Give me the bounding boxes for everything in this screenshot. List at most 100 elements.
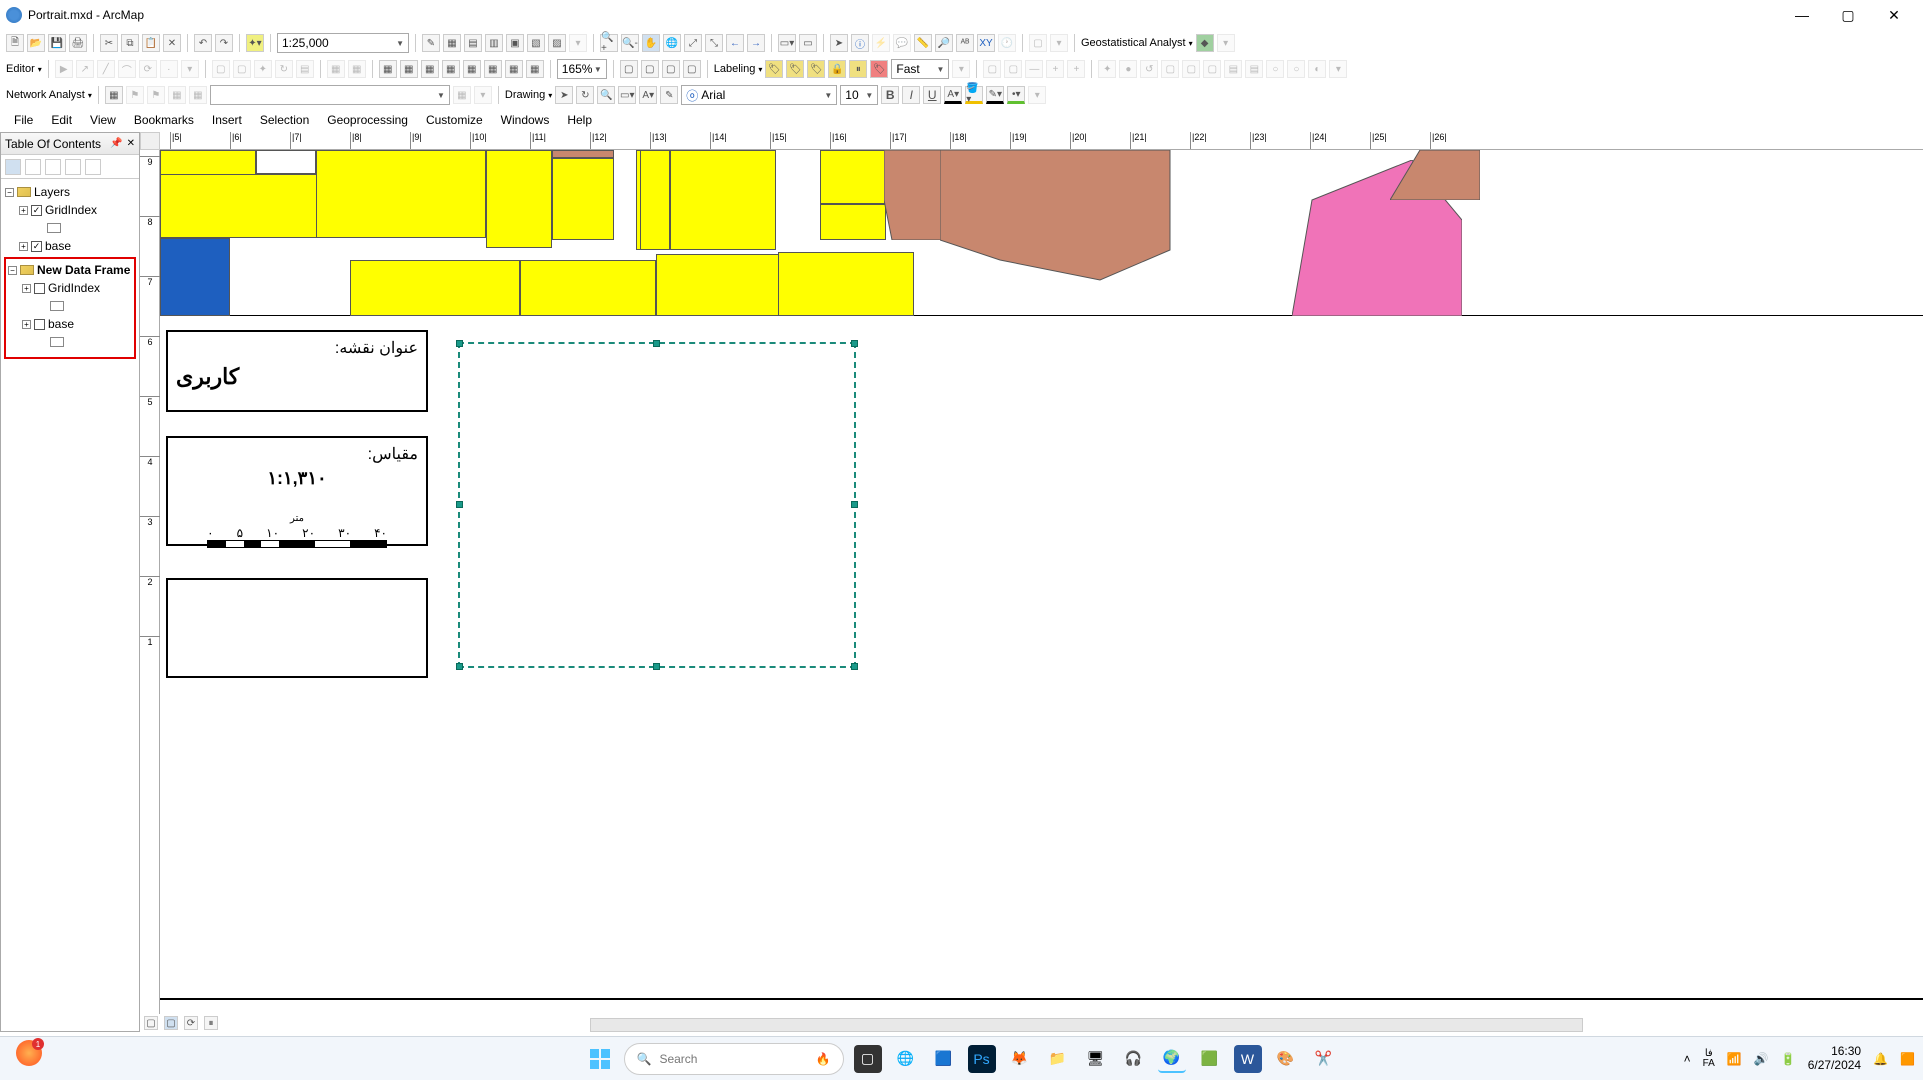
tray-lang-native[interactable]: فا xyxy=(1703,1049,1715,1059)
lock-labels-icon[interactable]: 🔒 xyxy=(828,60,846,78)
app-edge-icon[interactable]: 🟦 xyxy=(930,1045,958,1073)
clear-selection-icon[interactable]: ▭ xyxy=(799,34,817,52)
menu-customize[interactable]: Customize xyxy=(418,111,491,129)
results-icon[interactable]: ▨ xyxy=(548,34,566,52)
label-priority-icon[interactable]: 🏷 xyxy=(786,60,804,78)
toolbar-more-icon[interactable]: ▾ xyxy=(569,34,587,52)
toolbox-icon[interactable]: ▦ xyxy=(443,34,461,52)
italic-icon[interactable]: I xyxy=(902,86,920,104)
na-dd-icon[interactable]: ▾ xyxy=(474,86,492,104)
bold-icon[interactable]: B xyxy=(881,86,899,104)
toc-list-visibility-icon[interactable] xyxy=(45,159,61,175)
marker-color-icon[interactable]: •▾ xyxy=(1007,86,1025,104)
ddp-setup-icon[interactable]: ▦ xyxy=(484,60,502,78)
toc-list-source-icon[interactable] xyxy=(25,159,41,175)
drawing-menu[interactable]: Drawing xyxy=(505,89,545,101)
edit-vertices-draw-icon[interactable]: ✎ xyxy=(660,86,678,104)
menu-view[interactable]: View xyxy=(82,111,124,129)
maximize-button[interactable]: ▢ xyxy=(1835,2,1861,28)
app-paint-icon[interactable]: 🎨 xyxy=(1272,1045,1300,1073)
app-snip-icon[interactable]: ✂️ xyxy=(1310,1045,1338,1073)
layout-zoom-combo[interactable]: 165% ▼ xyxy=(557,59,607,79)
pause-drawing-icon[interactable]: ⏸ xyxy=(204,1016,218,1030)
tray-app-icon[interactable]: 🟧 xyxy=(1900,1052,1915,1066)
save-icon[interactable]: 💾 xyxy=(48,34,66,52)
ddp-last-icon[interactable]: ▦ xyxy=(442,60,460,78)
layout-zoom-whole-icon[interactable]: ▢ xyxy=(620,60,638,78)
python-icon[interactable]: ▣ xyxy=(506,34,524,52)
open-icon[interactable]: 📂 xyxy=(27,34,45,52)
tree-toggle[interactable]: − xyxy=(5,188,14,197)
app-word-icon[interactable]: W xyxy=(1234,1045,1262,1073)
layer-base-2[interactable]: base xyxy=(48,317,74,331)
font-size-combo[interactable]: 10 ▼ xyxy=(840,85,878,105)
close-button[interactable]: ✕ xyxy=(1881,2,1907,28)
notifications-icon[interactable]: 🔔 xyxy=(1873,1052,1888,1066)
layout-canvas[interactable]: عنوان نقشه: کاربری مقیاس: ۱:۱,۳۱۰ متر ۴۰… xyxy=(160,150,1923,1014)
gr-more-icon[interactable]: ▾ xyxy=(1329,60,1347,78)
app-photoshop-icon[interactable]: Ps xyxy=(968,1045,996,1073)
editor-toolbar-icon[interactable]: ✎ xyxy=(422,34,440,52)
dataframe-layers[interactable]: Layers xyxy=(34,185,70,199)
copilot-orb[interactable]: 1 xyxy=(16,1040,42,1066)
new-data-frame-element[interactable] xyxy=(458,342,856,668)
select-elements-icon[interactable]: ➤ xyxy=(830,34,848,52)
toc-list-selection-icon[interactable] xyxy=(65,159,81,175)
new-icon[interactable]: 🗎 xyxy=(6,34,24,52)
battery-icon[interactable]: 🔋 xyxy=(1781,1052,1796,1066)
full-extent-icon[interactable]: 🌐 xyxy=(663,34,681,52)
layer-checkbox[interactable] xyxy=(34,283,45,294)
print-icon[interactable]: 🖨 xyxy=(69,34,87,52)
labeling-menu[interactable]: Labeling xyxy=(714,63,756,75)
app-firefox-icon[interactable]: 🦊 xyxy=(1006,1045,1034,1073)
ddp-refresh-icon[interactable]: ▦ xyxy=(463,60,481,78)
main-data-frame[interactable] xyxy=(160,150,1923,316)
label-more-icon[interactable]: ▾ xyxy=(952,60,970,78)
menu-edit[interactable]: Edit xyxy=(43,111,80,129)
line-color-icon[interactable]: ✎▾ xyxy=(986,86,1004,104)
time-slider-icon[interactable]: 🕐 xyxy=(998,34,1016,52)
select-features-icon[interactable]: ▭▾ xyxy=(778,34,796,52)
redo-icon[interactable]: ↷ xyxy=(215,34,233,52)
zoom-out-icon[interactable]: 🔍- xyxy=(621,34,639,52)
start-button[interactable] xyxy=(586,1045,614,1073)
menu-file[interactable]: File xyxy=(6,111,41,129)
draw-more-icon[interactable]: ▾ xyxy=(1028,86,1046,104)
pan-icon[interactable]: ✋ xyxy=(642,34,660,52)
app-chrome-icon[interactable]: 🌐 xyxy=(892,1045,920,1073)
tree-toggle[interactable]: + xyxy=(19,206,28,215)
label-manager-icon[interactable]: 🏷 xyxy=(765,60,783,78)
toc-list-drawing-order-icon[interactable] xyxy=(5,159,21,175)
copy-icon[interactable]: ⧉ xyxy=(121,34,139,52)
layer-swatch[interactable] xyxy=(50,337,64,347)
geostat-wizard-icon[interactable]: ◆ xyxy=(1196,34,1214,52)
tray-chevron-icon[interactable]: ˄ xyxy=(1684,1052,1691,1066)
menu-selection[interactable]: Selection xyxy=(252,111,317,129)
new-rectangle-icon[interactable]: ▭▾ xyxy=(618,86,636,104)
map-scale-combo[interactable]: 1:25,000 ▼ xyxy=(277,33,409,53)
viewer-icon[interactable]: ▢ xyxy=(1029,34,1047,52)
unplaced-labels-icon[interactable]: 🏷 xyxy=(870,60,888,78)
effects-icon[interactable]: ▾ xyxy=(1050,34,1068,52)
fixed-zoom-out-icon[interactable]: ⤡ xyxy=(705,34,723,52)
forward-extent-icon[interactable]: → xyxy=(747,34,765,52)
hyperlink-icon[interactable]: ⚡ xyxy=(872,34,890,52)
tree-toggle[interactable]: − xyxy=(8,266,17,275)
label-weight-icon[interactable]: 🏷 xyxy=(807,60,825,78)
zoom-to-selected-icon[interactable]: 🔍 xyxy=(597,86,615,104)
new-text-icon[interactable]: A▾ xyxy=(639,86,657,104)
geostat-menu[interactable]: Geostatistical Analyst xyxy=(1081,37,1186,49)
ddp-first-icon[interactable]: ▦ xyxy=(379,60,397,78)
measure-icon[interactable]: 📏 xyxy=(914,34,932,52)
layer-checkbox[interactable]: ✓ xyxy=(31,205,42,216)
select-element-icon[interactable]: ➤ xyxy=(555,86,573,104)
find-icon[interactable]: 🔎 xyxy=(935,34,953,52)
app-explorer-icon[interactable]: 📁 xyxy=(1044,1045,1072,1073)
font-color-icon[interactable]: A▾ xyxy=(944,86,962,104)
ddp-toolbar-icon[interactable]: ▦ xyxy=(505,60,523,78)
layer-gridindex[interactable]: GridIndex xyxy=(45,203,97,217)
data-view-icon[interactable]: ▢ xyxy=(144,1016,158,1030)
tray-clock[interactable]: 16:30 6/27/2024 xyxy=(1808,1045,1861,1071)
app-headphones-icon[interactable]: 🎧 xyxy=(1120,1045,1148,1073)
cut-icon[interactable]: ✂ xyxy=(100,34,118,52)
